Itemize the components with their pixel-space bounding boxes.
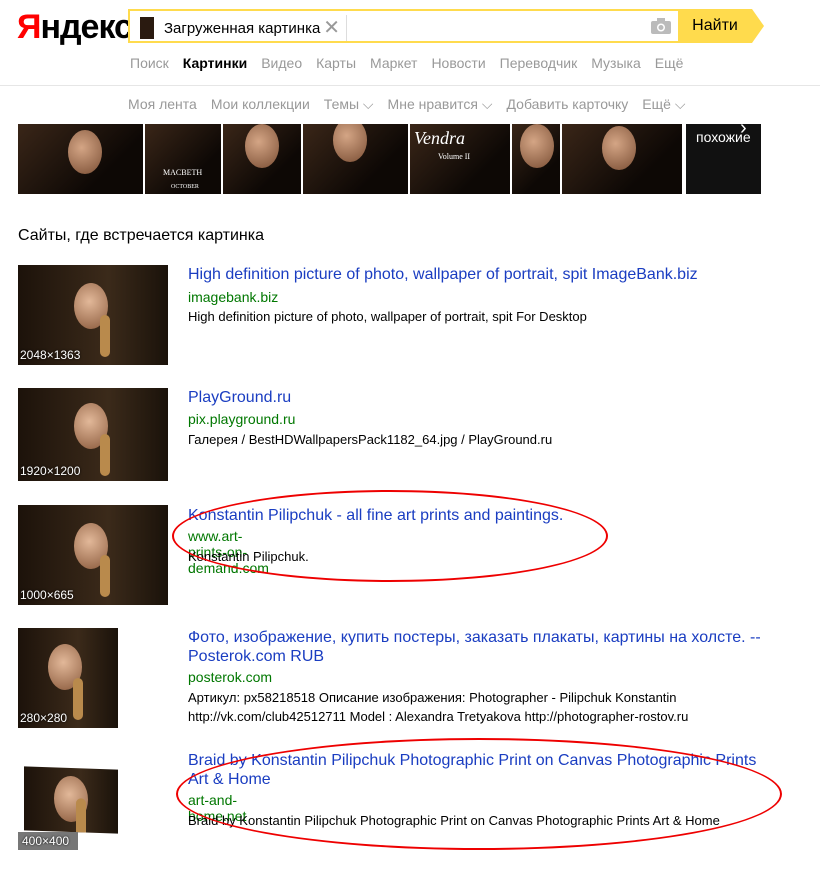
result-description: Галерея / BestHDWallpapersPack1182_64.jp… <box>188 432 553 447</box>
chevron-right-icon[interactable]: › <box>740 117 747 140</box>
similar-image[interactable] <box>223 124 301 194</box>
result-thumbnail[interactable] <box>24 766 118 834</box>
image-size: 1920×1200 <box>20 464 81 478</box>
volume-text: Volume II <box>438 152 471 161</box>
similar-image[interactable]: MACBETH OCTOBER <box>145 124 221 194</box>
divider <box>0 85 820 86</box>
tab-images[interactable]: Картинки <box>183 55 247 71</box>
result-url[interactable]: imagebank.biz <box>188 289 278 305</box>
result-title-link[interactable]: PlayGround.ru <box>188 388 778 407</box>
october-text: OCTOBER <box>171 184 199 190</box>
tab-maps[interactable]: Карты <box>316 55 356 71</box>
result-thumbnail[interactable]: 1000×665 <box>18 505 168 605</box>
section-title: Сайты, где встречается картинка <box>18 227 265 244</box>
similar-image[interactable] <box>18 124 143 194</box>
search-button[interactable]: Найти <box>678 9 764 43</box>
subnav-likes[interactable]: Мне нравится ⌵ <box>388 96 493 113</box>
logo-rest: ндекс <box>40 8 133 46</box>
tab-music[interactable]: Музыка <box>591 55 641 71</box>
subnav-more[interactable]: Ещё ⌵ <box>642 96 685 113</box>
subnav-topics[interactable]: Темы ⌵ <box>324 96 374 113</box>
subnav-add-card[interactable]: Добавить карточку <box>507 96 629 113</box>
vendra-text: Vendra <box>414 128 465 148</box>
result-url[interactable]: pix.playground.ru <box>188 411 295 427</box>
similar-images-strip: MACBETH OCTOBER Vendra Volume II <box>18 124 682 194</box>
tab-more[interactable]: Ещё <box>655 55 684 71</box>
image-size: 400×400 <box>18 832 78 850</box>
tab-search[interactable]: Поиск <box>130 55 169 71</box>
result-title-link[interactable]: High definition picture of photo, wallpa… <box>188 265 778 284</box>
result-thumbnail[interactable]: 1920×1200 <box>18 388 168 481</box>
yandex-logo[interactable]: Яндекс <box>17 8 133 47</box>
tab-news[interactable]: Новости <box>431 55 485 71</box>
search-button-label: Найти <box>692 17 738 34</box>
result-description: Артикул: px58218518 Описание изображения… <box>188 690 689 724</box>
similar-image[interactable] <box>562 124 682 194</box>
image-size: 280×280 <box>20 711 68 725</box>
images-subnav: Моя лента Мои коллекции Темы ⌵ Мне нрави… <box>128 96 699 113</box>
camera-icon[interactable] <box>650 17 672 35</box>
result-title-link[interactable]: Фото, изображение, купить постеры, заказ… <box>188 628 778 666</box>
service-tabs: Поиск Картинки Видео Карты Маркет Новост… <box>130 55 697 71</box>
result-description: High definition picture of photo, wallpa… <box>188 309 587 324</box>
similar-image[interactable]: Vendra Volume II <box>410 124 510 194</box>
tab-translator[interactable]: Переводчик <box>500 55 578 71</box>
clear-icon[interactable]: ✕ <box>323 17 340 39</box>
more-similar-button[interactable]: похожие <box>686 124 761 194</box>
result-url[interactable]: posterok.com <box>188 669 272 685</box>
uploaded-image-thumb <box>140 17 154 39</box>
similar-image[interactable] <box>512 124 560 194</box>
red-annotation-circle <box>172 490 608 582</box>
tab-video[interactable]: Видео <box>261 55 302 71</box>
tab-market[interactable]: Маркет <box>370 55 417 71</box>
image-size: 1000×665 <box>20 588 74 602</box>
red-annotation-circle <box>176 738 782 850</box>
subnav-feed[interactable]: Моя лента <box>128 96 197 113</box>
subnav-collections[interactable]: Мои коллекции <box>211 96 310 113</box>
uploaded-image-chip[interactable]: Загруженная картинка ✕ <box>134 15 347 41</box>
similar-image[interactable] <box>303 124 408 194</box>
uploaded-image-label: Загруженная картинка <box>164 19 321 37</box>
image-size: 2048×1363 <box>20 348 81 362</box>
result-thumbnail[interactable]: 280×280 <box>18 628 118 728</box>
logo-first-letter: Я <box>17 8 41 46</box>
macbeth-text: MACBETH <box>163 168 203 177</box>
result-thumbnail[interactable]: 2048×1363 <box>18 265 168 365</box>
search-box[interactable]: Загруженная картинка ✕ <box>128 9 678 43</box>
